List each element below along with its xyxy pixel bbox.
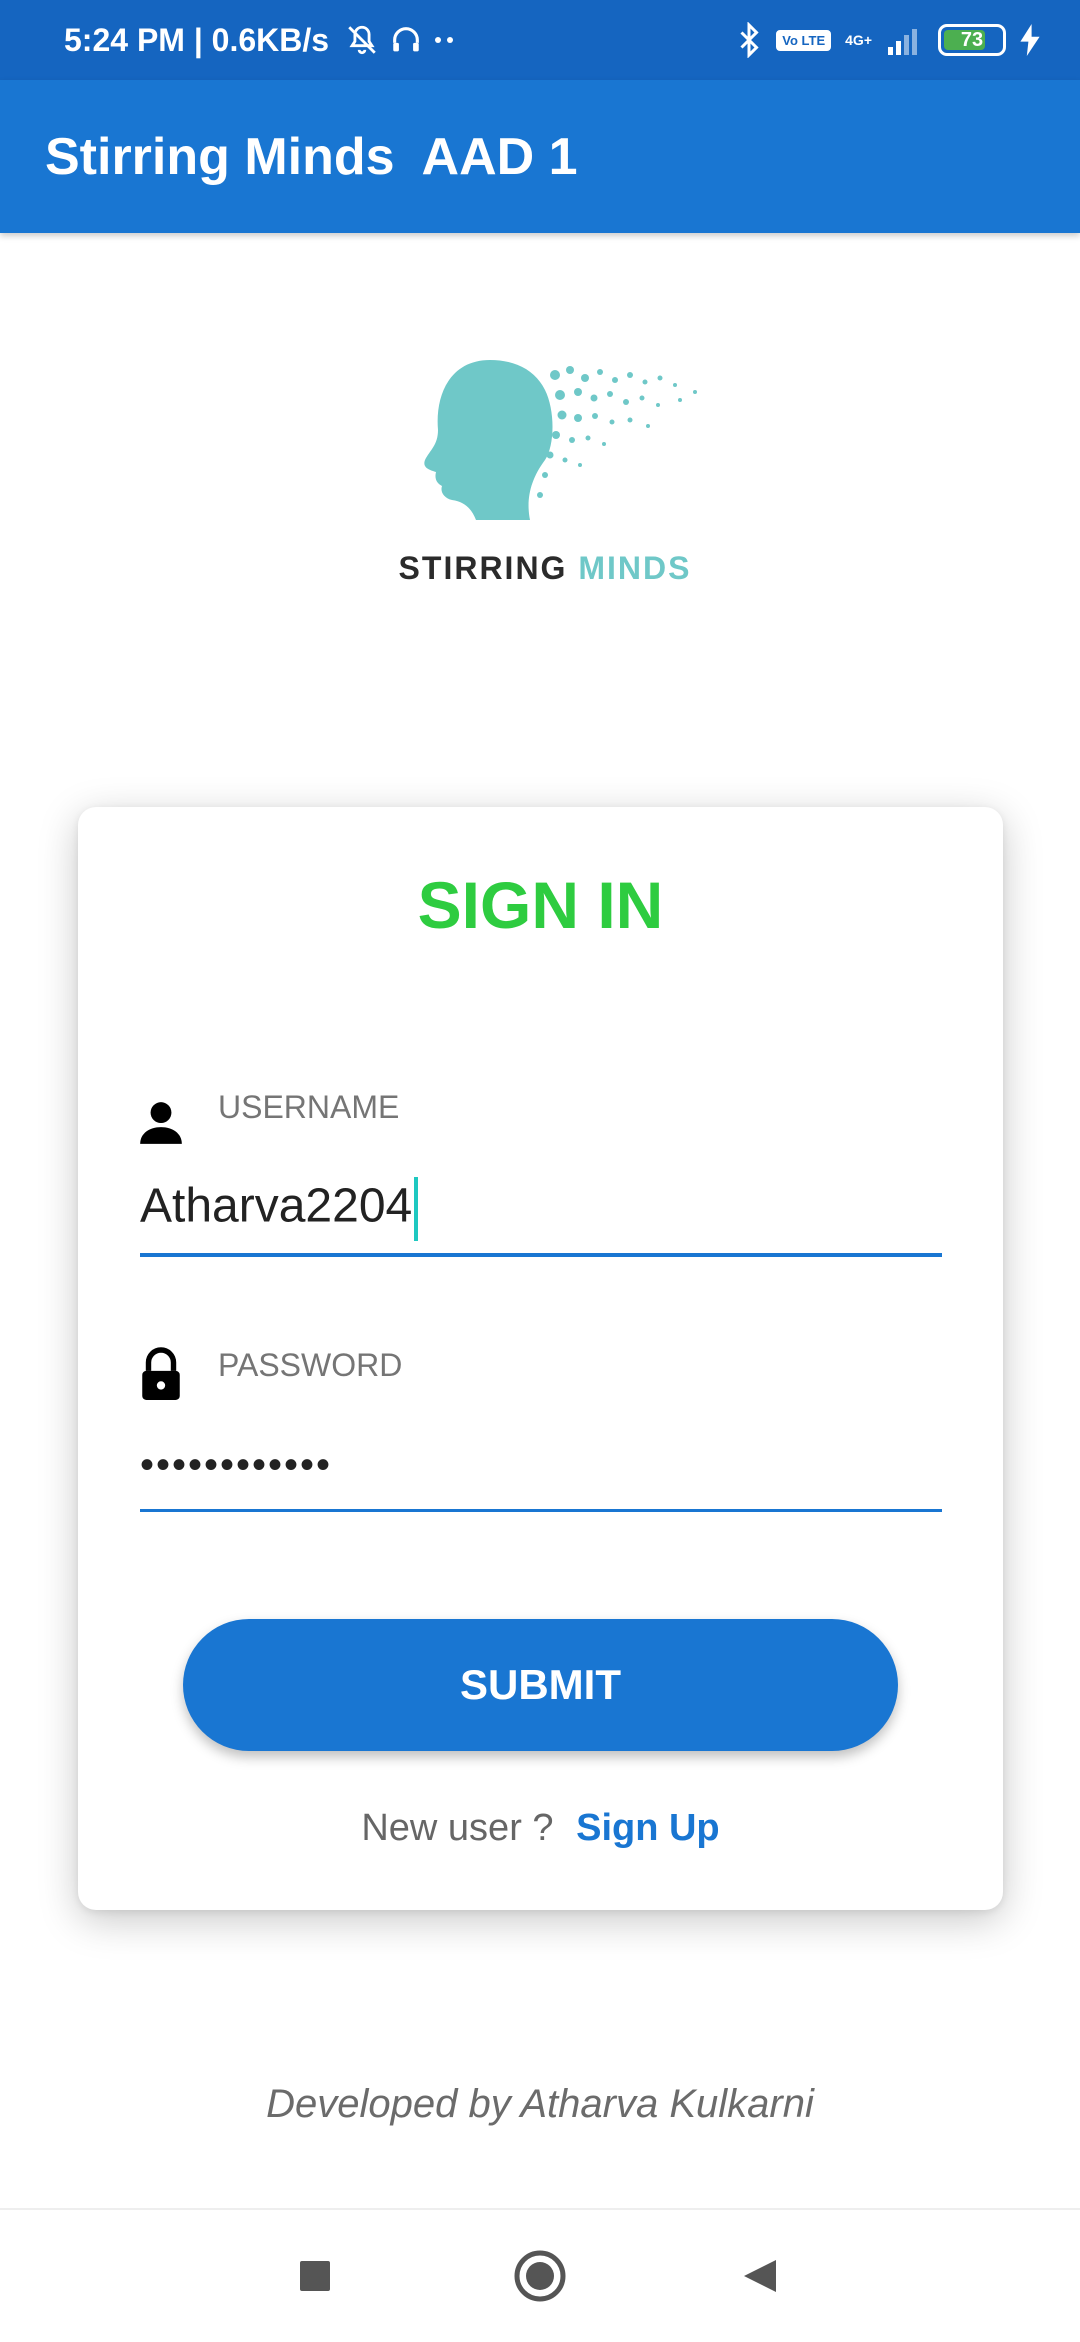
- sign-up-link[interactable]: Sign Up: [576, 1807, 720, 1849]
- network-type: 4G+: [845, 32, 872, 48]
- app-bar: Stirring Minds AAD 1: [0, 80, 1080, 233]
- home-button[interactable]: [480, 2210, 600, 2342]
- circle-nav-icon: [514, 2250, 566, 2302]
- password-input[interactable]: ••••••••••••: [140, 1443, 332, 1488]
- mute-icon: [348, 25, 376, 55]
- signup-row: New user ? Sign Up: [78, 1807, 1003, 1850]
- signal-icon: [888, 29, 917, 55]
- battery-indicator: 73: [938, 24, 1006, 56]
- recents-button[interactable]: [255, 2210, 375, 2342]
- new-user-text: New user ?: [361, 1807, 554, 1849]
- status-left-icons: [345, 23, 457, 57]
- status-bar: 5:24 PM | 0.6KB/s Vo LTE 4G+ 73: [0, 0, 1080, 80]
- submit-button[interactable]: SUBMIT: [183, 1619, 898, 1751]
- back-button[interactable]: [700, 2210, 820, 2342]
- logo-word-minds: MINDS: [578, 550, 692, 586]
- volte-badge: Vo LTE: [776, 29, 832, 51]
- more-dots-icon: [435, 37, 454, 43]
- stirring-minds-logo: STIRRING MINDS: [380, 350, 710, 600]
- username-input[interactable]: Atharva2204: [140, 1177, 418, 1241]
- password-underline: [140, 1509, 942, 1512]
- bluetooth-icon: [740, 22, 759, 58]
- battery-level: 73: [960, 28, 984, 51]
- headset-icon: [393, 27, 419, 52]
- app-title: Stirring Minds AAD 1: [45, 127, 578, 186]
- password-label: PASSWORD: [218, 1347, 403, 1383]
- logo-word-stirring: STIRRING: [398, 550, 568, 586]
- username-underline: [140, 1253, 942, 1257]
- head-logo-graphic: [424, 360, 697, 520]
- status-right: Vo LTE 4G+ 73: [736, 22, 1040, 58]
- logo-wordmark: STIRRING MINDS: [380, 550, 710, 587]
- charging-icon: [1020, 24, 1040, 56]
- navigation-bar: [0, 2208, 1080, 2340]
- developer-credit: Developed by Atharva Kulkarni: [266, 2082, 814, 2126]
- status-left: 5:24 PM | 0.6KB/s: [64, 22, 457, 59]
- username-label: USERNAME: [218, 1089, 400, 1125]
- status-time-speed: 5:24 PM | 0.6KB/s: [64, 21, 330, 58]
- sign-in-card: SIGN IN USERNAME Atharva2204 PASSWORD ••…: [78, 807, 1003, 1910]
- square-nav-icon: [300, 2261, 330, 2291]
- user-icon: [140, 1102, 182, 1144]
- sign-in-title: SIGN IN: [417, 868, 664, 942]
- back-nav-icon: [744, 2260, 776, 2292]
- lock-icon: [142, 1347, 180, 1400]
